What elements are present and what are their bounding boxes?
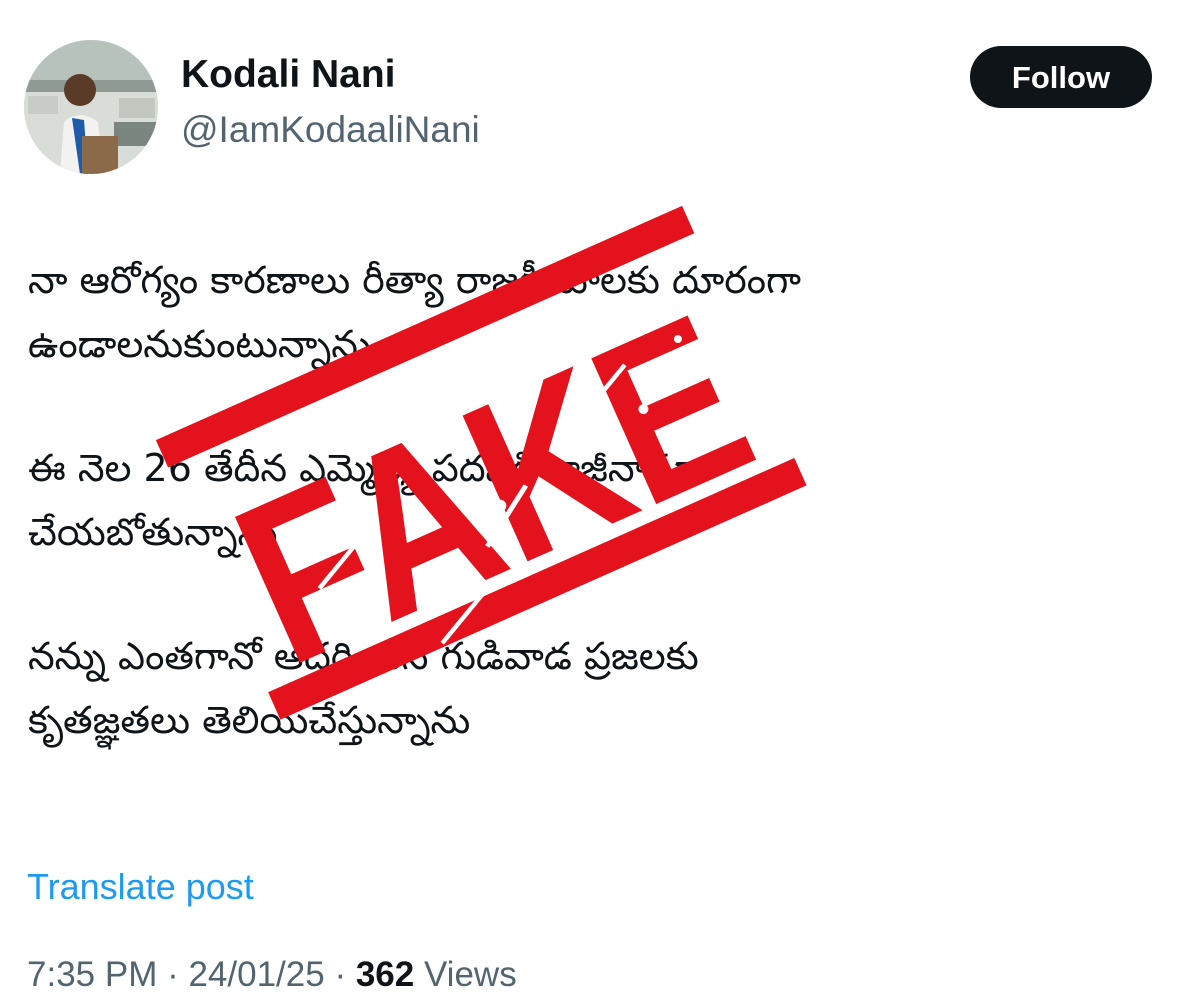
display-name[interactable]: Kodali Nani <box>181 52 396 98</box>
post-line: ఈ నెల 26 తేదీన ఎమ్మెల్యే పదవికి రాజీనామా <box>28 446 699 490</box>
post-line: చేయబోతున్నాను <box>28 510 278 554</box>
post-line: కృతజ్ఞతలు తెలియచేస్తున్నాను <box>28 698 471 742</box>
follow-button[interactable]: Follow <box>970 46 1152 108</box>
views-label: Views <box>414 955 517 994</box>
post-line: నన్ను ఎంతగానో ఆదరించిన గుడివాడ ప్రజలకు <box>28 634 699 678</box>
avatar[interactable] <box>24 40 158 174</box>
meta-separator: · <box>324 955 356 994</box>
avatar-photo <box>24 40 158 174</box>
post-line: నా ఆరోగ్యం కారణాలు రీత్యా రాజకీయాలకు దూర… <box>28 258 802 302</box>
post-line: ఉండాలనుకుంటున్నాను <box>28 322 372 366</box>
translate-post-link[interactable]: Translate post <box>27 865 254 909</box>
post-text: నా ఆరోగ్యం కారణాలు రీత్యా రాజకీయాలకు దూర… <box>28 248 1148 752</box>
post-time[interactable]: 7:35 PM <box>27 955 157 994</box>
post-date[interactable]: 24/01/25 <box>188 955 324 994</box>
user-handle[interactable]: @IamKodaaliNani <box>181 108 480 152</box>
post-meta: 7:35 PM · 24/01/25 · 362 Views <box>27 953 517 997</box>
views-count[interactable]: 362 <box>356 955 414 994</box>
meta-separator: · <box>157 955 189 994</box>
